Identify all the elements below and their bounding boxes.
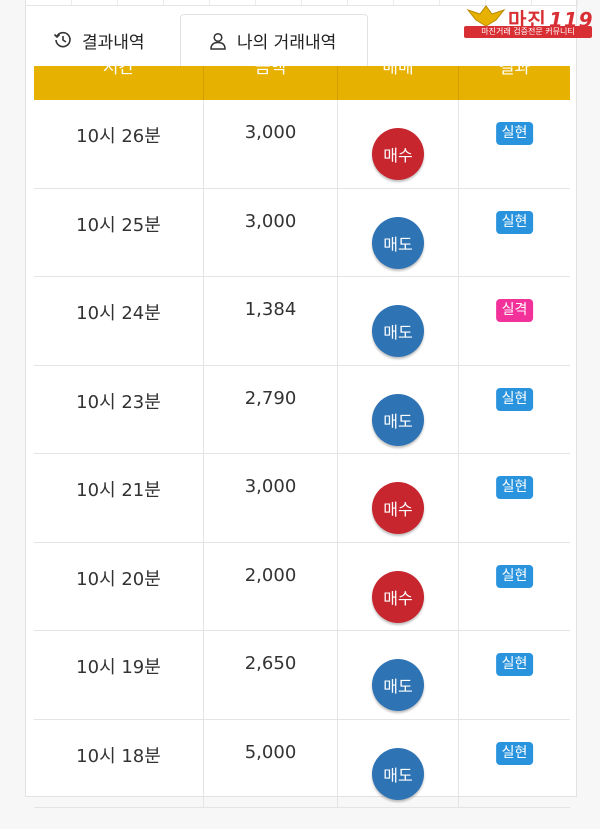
result-cell: 실격: [459, 277, 570, 365]
trade-type-badge: 매수: [372, 128, 424, 180]
trade-cell: 매수: [338, 542, 459, 630]
result-cell: 실현: [459, 366, 570, 454]
trade-cell: 매도: [338, 188, 459, 276]
header-trade: 매매: [338, 66, 459, 100]
user-icon: [207, 30, 229, 52]
trade-type-badge: 매도: [372, 659, 424, 711]
amount-cell: 2,000: [204, 542, 338, 630]
result-badge: 실현: [495, 387, 534, 411]
trade-table: 시간 금액 매매 결과 10시 26분 3,000 매수 실현 10시 25분 3,000…: [34, 66, 570, 808]
trade-cell: 매도: [338, 277, 459, 365]
table-row: 10시 26분 3,000 매수 실현: [34, 100, 570, 189]
table-row: 10시 25분 3,000 매도 실현: [34, 188, 570, 277]
trade-type-badge: 매수: [372, 482, 424, 534]
amount-cell: 1,384: [204, 277, 338, 365]
time-cell: 10시 20분: [34, 542, 204, 630]
result-cell: 실현: [459, 454, 570, 542]
logo-subtitle: 마진거래 검증전문 커뮤니티: [464, 26, 592, 38]
table-body: 10시 26분 3,000 매수 실현 10시 25분 3,000 매도 실현 10시 24분 1…: [34, 100, 570, 808]
trade-cell: 매수: [338, 100, 459, 188]
amount-cell: 5,000: [204, 719, 338, 807]
table-row: 10시 23분 2,790 매도 실현: [34, 365, 570, 454]
time-cell: 10시 18분: [34, 719, 204, 807]
trade-type-badge: 매도: [372, 393, 424, 446]
amount-cell: 2,650: [204, 631, 338, 719]
tab-my-trades[interactable]: 나의 거래내역: [180, 14, 368, 66]
result-badge: 실현: [495, 564, 534, 588]
result-cell: 실현: [459, 189, 570, 277]
result-badge: 실격: [495, 299, 534, 322]
header-time: 시간: [34, 66, 204, 100]
time-cell: 10시 19분: [34, 631, 204, 719]
amount-cell: 2,790: [204, 365, 338, 453]
tab-results[interactable]: 결과내역: [26, 14, 180, 66]
time-cell: 10시 21분: [34, 454, 204, 542]
result-cell: 실현: [459, 720, 570, 808]
time-cell: 10시 24분: [34, 277, 204, 365]
time-cell: 10시 25분: [34, 188, 204, 276]
table-row: 10시 20분 2,000 매수 실현: [34, 542, 570, 631]
tab-my-trades-label: 나의 거래내역: [237, 33, 337, 53]
amount-cell: 3,000: [204, 188, 338, 276]
result-cell: 실현: [459, 631, 570, 719]
table-row: 10시 19분 2,650 매도 실현: [34, 631, 570, 720]
result-cell: 실현: [459, 100, 570, 188]
table-row: 10시 21분 3,000 매수 실현: [34, 454, 570, 543]
trade-cell: 매도: [338, 365, 459, 453]
tab-results-label: 결과내역: [82, 32, 145, 53]
table-row: 10시 24분 1,384 매도 실격: [34, 277, 570, 366]
header-result: 결과: [498, 66, 531, 78]
trade-type-badge: 매도: [372, 305, 424, 357]
result-badge: 실현: [495, 476, 534, 499]
site-logo[interactable]: 마진 119 마진거래 검증전문 커뮤니티: [462, 4, 594, 38]
result-badge: 실현: [495, 741, 534, 765]
history-icon: [52, 29, 74, 51]
trade-type-badge: 매도: [372, 747, 424, 800]
time-cell: 10시 23분: [34, 365, 204, 453]
amount-cell: 3,000: [204, 100, 338, 188]
trade-cell: 매도: [338, 631, 459, 719]
table-header: 시간 금액 매매 결과: [34, 66, 570, 100]
trade-type-badge: 매수: [372, 570, 424, 623]
trade-cell: 매수: [338, 454, 459, 542]
trade-type-badge: 매도: [372, 216, 424, 269]
result-badge: 실현: [495, 122, 534, 145]
header-amount: 금액: [204, 66, 338, 100]
trade-cell: 매도: [338, 719, 459, 807]
time-cell: 10시 26분: [34, 100, 204, 188]
trade-history-panel: 결과내역 나의 거래내역 시간 금액 매매 결과 10시 26분 3,000 매수 실…: [25, 0, 578, 808]
eagle-emblem-icon: [466, 5, 506, 27]
result-badge: 실현: [495, 653, 534, 676]
result-badge: 실현: [495, 210, 534, 234]
table-row: 10시 18분 5,000 매도 실현: [34, 719, 570, 808]
result-cell: 실현: [459, 543, 570, 631]
amount-cell: 3,000: [204, 454, 338, 542]
